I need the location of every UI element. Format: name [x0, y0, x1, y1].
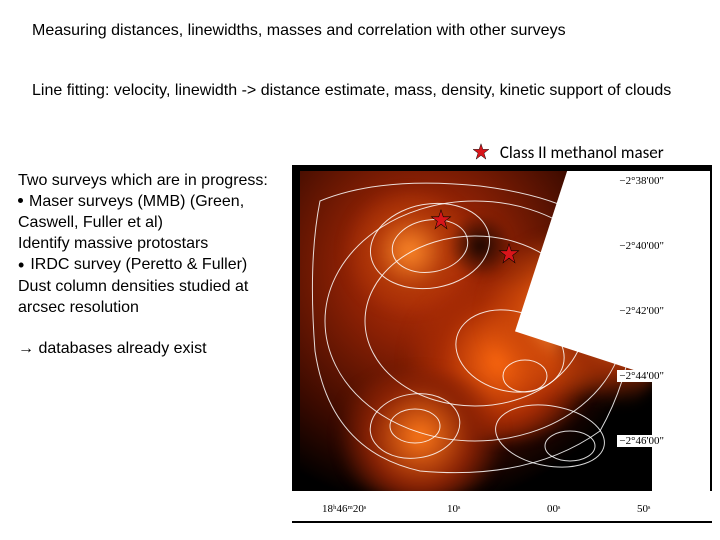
survey-item-irdc-2: Dust column densities studied at: [18, 276, 290, 297]
legend-methanol-maser: Class II methanol maser: [472, 142, 664, 163]
survey-intro: Two surveys which are in progress:: [18, 170, 290, 191]
ytick-1: −2°40'00": [617, 240, 666, 252]
ytick-3: −2°44'00": [617, 370, 666, 382]
ytick-2: −2°42'00": [617, 305, 666, 317]
xtick-2: 00ˢ: [547, 503, 560, 515]
nebula-image: [300, 171, 652, 491]
ytick-0: −2°38'00": [617, 175, 666, 187]
survey-item-irdc-1: IRDC survey (Peretto & Fuller): [18, 254, 290, 275]
maser-star-2-icon: [498, 243, 520, 265]
legend-label: Class II methanol maser: [500, 142, 664, 163]
survey-item-maser-3: Identify massive protostars: [18, 233, 290, 254]
xtick-1: 10ˢ: [447, 503, 460, 515]
databases-note: → databases already exist: [18, 340, 207, 358]
sky-map-figure: −2°38'00" −2°40'00" −2°42'00" −2°44'00" …: [292, 165, 712, 523]
star-icon: [472, 143, 490, 161]
ytick-4: −2°46'00": [617, 435, 666, 447]
xtick-3: 50ˢ: [637, 503, 650, 515]
survey-item-maser-1: Maser surveys (MMB) (Green,: [18, 191, 290, 212]
survey-item-irdc-3: arcsec resolution: [18, 297, 290, 318]
survey-item-maser-2: Caswell, Fuller et al): [18, 212, 290, 233]
text: IRDC survey (Peretto & Fuller): [30, 256, 247, 273]
xtick-0: 18ʰ46ᵐ20ˢ: [322, 503, 366, 515]
slide-subtitle: Line fitting: velocity, linewidth -> dis…: [32, 80, 692, 102]
survey-list: Two surveys which are in progress: Maser…: [18, 170, 290, 318]
maser-star-1-icon: [430, 209, 452, 231]
slide-title: Measuring distances, linewidths, masses …: [32, 22, 566, 40]
text: Maser surveys (MMB) (Green,: [29, 193, 244, 210]
